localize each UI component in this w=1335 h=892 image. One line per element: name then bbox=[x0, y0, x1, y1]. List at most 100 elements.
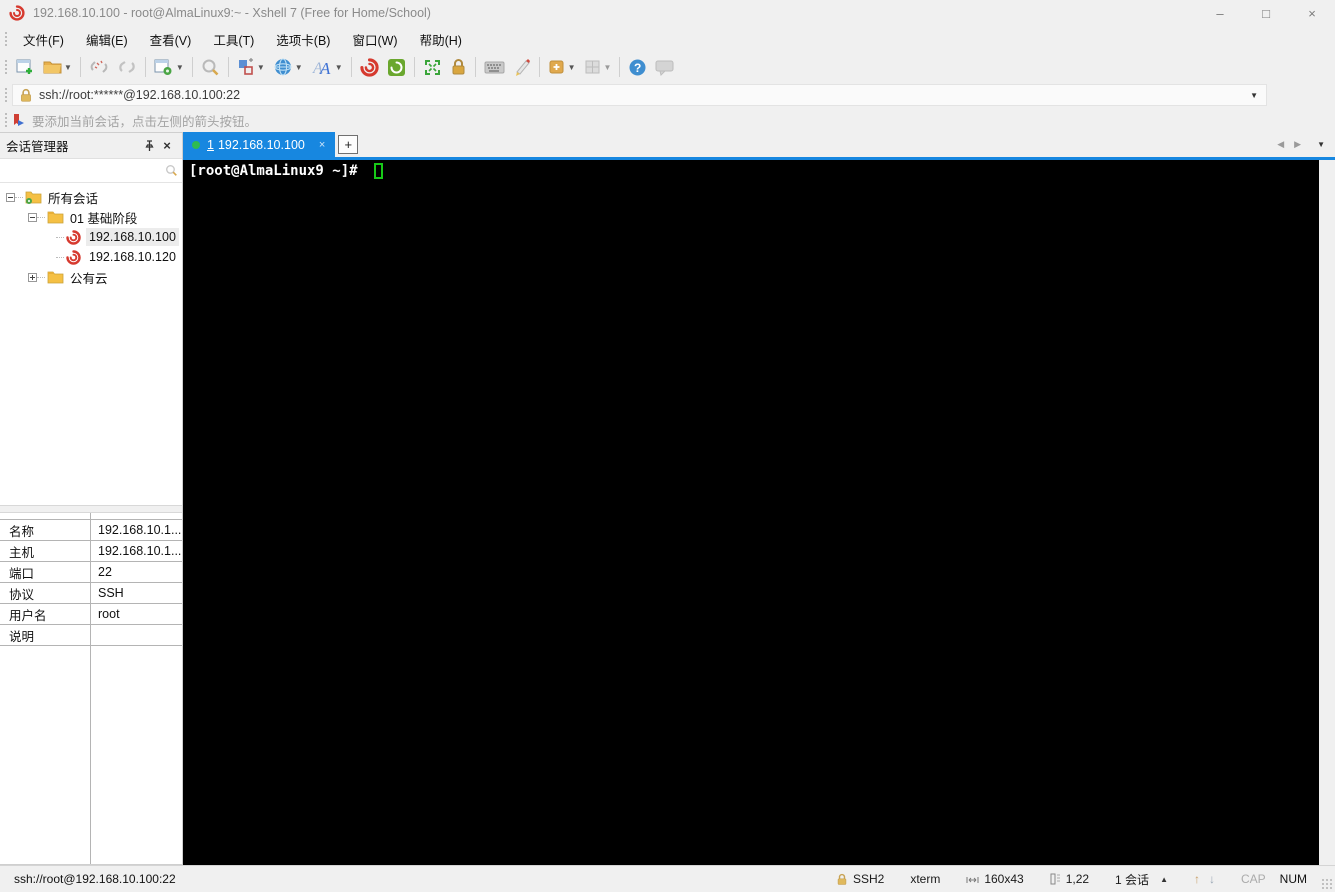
prop-label-username: 用户名 bbox=[9, 608, 47, 623]
tree-label[interactable]: 192.168.10.100 bbox=[86, 228, 179, 246]
layout-grid-icon[interactable]: ▼ bbox=[581, 55, 615, 79]
table-row[interactable]: 说明 bbox=[0, 625, 182, 646]
tree-label[interactable]: 公有云 bbox=[67, 266, 111, 289]
status-terminal-size: 160x43 bbox=[966, 872, 1024, 886]
xshell-icon[interactable] bbox=[357, 55, 382, 79]
status-term-type: xterm bbox=[910, 872, 940, 886]
tab-scroll-left-icon[interactable]: ◀ bbox=[1277, 139, 1284, 150]
close-button[interactable]: × bbox=[1289, 0, 1335, 26]
status-session-count[interactable]: 1 会话 ▲ bbox=[1115, 871, 1168, 888]
addressbar-grip[interactable] bbox=[3, 86, 8, 104]
tab-bar: 1 192.168.10.100 × + ◀ ▶ ▼ bbox=[183, 132, 1335, 157]
tree-label[interactable]: 192.168.10.120 bbox=[86, 248, 179, 266]
table-row[interactable]: 协议 SSH bbox=[0, 583, 182, 604]
resize-grip-icon[interactable] bbox=[1321, 878, 1333, 890]
table-row[interactable]: 端口 22 bbox=[0, 562, 182, 583]
maximize-button[interactable]: □ bbox=[1243, 0, 1289, 26]
expand-icon[interactable] bbox=[28, 272, 37, 282]
xshell-session-icon bbox=[66, 250, 82, 265]
chevron-down-icon[interactable]: ▼ bbox=[604, 63, 612, 72]
open-session-icon[interactable]: ▼ bbox=[40, 55, 75, 79]
prop-value-name: 192.168.10.1... bbox=[98, 523, 182, 537]
session-properties-table: 名称 192.168.10.1... 主机 192.168.10.1... 端口… bbox=[0, 513, 182, 646]
tree-label[interactable]: 01 基础阶段 bbox=[67, 206, 140, 229]
panel-splitter[interactable] bbox=[0, 505, 182, 513]
tree-item-folder-cloud[interactable]: 公有云 bbox=[0, 267, 182, 287]
menu-help[interactable]: 帮助(H) bbox=[409, 26, 473, 53]
terminal-scrollbar[interactable] bbox=[1319, 160, 1335, 865]
tree-item-all-sessions[interactable]: 所有会话 bbox=[0, 187, 182, 207]
window-title: 192.168.10.100 - root@AlmaLinux9:~ - Xsh… bbox=[33, 6, 431, 20]
tree-item-session-100[interactable]: 192.168.10.100 bbox=[0, 227, 182, 247]
new-item-icon[interactable]: ▼ bbox=[545, 55, 579, 79]
flag-arrow-icon bbox=[14, 113, 24, 126]
tile-windows-icon[interactable]: ▼ bbox=[234, 55, 268, 79]
tree-item-folder-01[interactable]: 01 基础阶段 bbox=[0, 207, 182, 227]
find-icon[interactable] bbox=[198, 55, 223, 79]
chevron-down-icon[interactable]: ▼ bbox=[295, 63, 303, 72]
reconnect-icon[interactable] bbox=[114, 55, 140, 79]
fullscreen-icon[interactable] bbox=[420, 55, 445, 79]
status-connection: ssh://root@192.168.10.100:22 bbox=[14, 872, 176, 886]
address-url[interactable]: ssh://root:******@192.168.10.100:22 bbox=[39, 88, 1250, 102]
help-icon[interactable]: ? bbox=[625, 55, 650, 79]
collapse-icon[interactable] bbox=[6, 192, 15, 202]
status-bar: ssh://root@192.168.10.100:22 SSH2 xterm … bbox=[0, 865, 1335, 892]
new-session-icon[interactable] bbox=[13, 55, 38, 79]
table-row[interactable]: 名称 192.168.10.1... bbox=[0, 520, 182, 541]
arrow-up-icon[interactable]: ↑ bbox=[1194, 872, 1200, 886]
minimize-button[interactable]: – bbox=[1197, 0, 1243, 26]
search-icon[interactable] bbox=[165, 164, 178, 177]
prop-label-port: 端口 bbox=[9, 566, 35, 581]
status-scroll-buttons[interactable]: ↑ ↓ bbox=[1194, 872, 1215, 886]
collapse-icon[interactable] bbox=[28, 212, 37, 222]
encoding-globe-icon[interactable]: ▼ bbox=[270, 55, 306, 79]
svg-text:?: ? bbox=[634, 61, 641, 75]
chevron-down-icon[interactable]: ▼ bbox=[64, 63, 72, 72]
menubar-grip[interactable] bbox=[3, 30, 8, 48]
highlight-pen-icon[interactable] bbox=[510, 55, 534, 79]
prop-label-host: 主机 bbox=[9, 545, 35, 560]
tab-close-icon[interactable]: × bbox=[319, 139, 325, 151]
table-row[interactable]: 主机 192.168.10.1... bbox=[0, 541, 182, 562]
menu-window[interactable]: 窗口(W) bbox=[341, 26, 408, 53]
disconnect-icon[interactable] bbox=[86, 55, 112, 79]
font-icon[interactable]: AA ▼ bbox=[308, 55, 346, 79]
toolbar-grip[interactable] bbox=[3, 58, 8, 76]
terminal[interactable]: [root@AlmaLinux9 ~]# bbox=[183, 160, 1319, 865]
tree-item-session-120[interactable]: 192.168.10.120 bbox=[0, 247, 182, 267]
table-row[interactable]: 用户名 root bbox=[0, 604, 182, 625]
address-field[interactable]: ssh://root:******@192.168.10.100:22 ▼ bbox=[12, 84, 1267, 106]
menu-view[interactable]: 查看(V) bbox=[139, 26, 203, 53]
arrow-down-icon[interactable]: ↓ bbox=[1209, 872, 1215, 886]
pin-icon[interactable] bbox=[140, 137, 158, 155]
tab-session-active[interactable]: 1 192.168.10.100 × bbox=[183, 132, 336, 157]
infobar-grip[interactable] bbox=[3, 111, 8, 129]
menu-tab[interactable]: 选项卡(B) bbox=[265, 26, 341, 53]
prop-label-protocol: 协议 bbox=[9, 587, 35, 602]
chevron-down-icon[interactable]: ▼ bbox=[1250, 91, 1258, 100]
menu-edit[interactable]: 编辑(E) bbox=[75, 26, 139, 53]
chevron-down-icon[interactable]: ▼ bbox=[176, 63, 184, 72]
chevron-down-icon[interactable]: ▼ bbox=[568, 63, 576, 72]
close-panel-icon[interactable]: × bbox=[158, 137, 176, 155]
menu-tools[interactable]: 工具(T) bbox=[202, 26, 265, 53]
tab-scroll-right-icon[interactable]: ▶ bbox=[1294, 139, 1301, 150]
virtual-keyboard-icon[interactable] bbox=[481, 55, 508, 79]
prop-value-username: root bbox=[98, 607, 120, 621]
search-input[interactable] bbox=[4, 160, 165, 181]
menu-file[interactable]: 文件(F) bbox=[12, 26, 75, 53]
menu-bar: 文件(F) 编辑(E) 查看(V) 工具(T) 选项卡(B) 窗口(W) 帮助(… bbox=[0, 26, 1335, 52]
message-icon[interactable] bbox=[652, 55, 678, 79]
tab-list-dropdown-icon[interactable]: ▼ bbox=[1317, 140, 1325, 149]
lock-screen-icon[interactable] bbox=[447, 55, 470, 79]
chevron-down-icon[interactable]: ▼ bbox=[257, 63, 265, 72]
chevron-down-icon[interactable]: ▼ bbox=[335, 63, 343, 72]
session-properties-icon[interactable]: ▼ bbox=[151, 55, 187, 79]
prop-value-port: 22 bbox=[98, 565, 112, 579]
new-tab-button[interactable]: + bbox=[338, 135, 359, 154]
xftp-icon[interactable] bbox=[384, 55, 409, 79]
terminal-cursor bbox=[373, 163, 383, 179]
tab-index: 1 bbox=[207, 137, 214, 152]
toolbar: ▼ ▼ ▼ ▼ AA ▼ ▼ ▼ ? bbox=[0, 52, 1335, 82]
